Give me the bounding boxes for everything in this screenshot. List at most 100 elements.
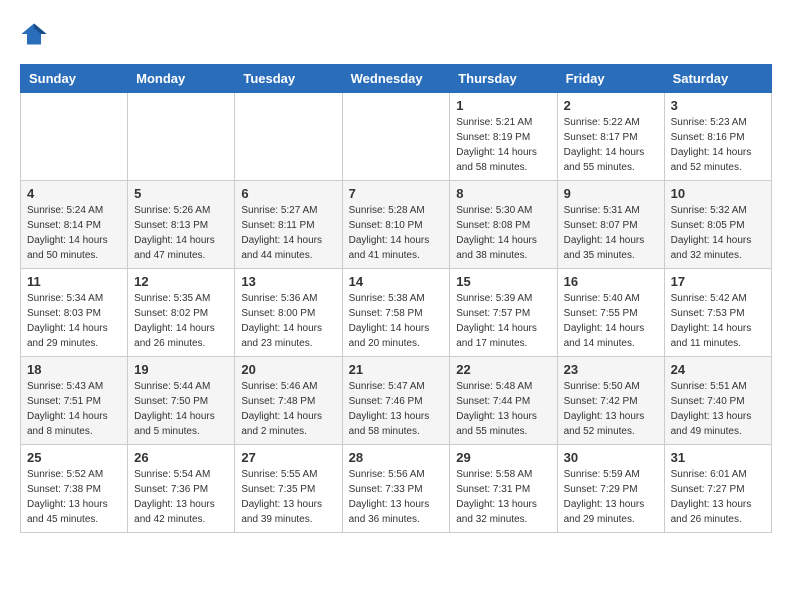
calendar-cell: 3 Sunrise: 5:23 AM Sunset: 8:16 PM Daylig… (664, 93, 771, 181)
calendar-cell: 5 Sunrise: 5:26 AM Sunset: 8:13 PM Daylig… (128, 181, 235, 269)
day-info: Sunrise: 5:23 AM Sunset: 8:16 PM Dayligh… (671, 115, 765, 175)
calendar-cell: 17 Sunrise: 5:42 AM Sunset: 7:53 PM Dayli… (664, 269, 771, 357)
calendar-cell (21, 93, 128, 181)
day-number: 23 (564, 362, 658, 377)
day-info: Sunrise: 5:43 AM Sunset: 7:51 PM Dayligh… (27, 379, 121, 439)
calendar-cell: 31 Sunrise: 6:01 AM Sunset: 7:27 PM Dayli… (664, 445, 771, 533)
day-number: 18 (27, 362, 121, 377)
day-number: 19 (134, 362, 228, 377)
day-number: 21 (349, 362, 444, 377)
calendar-cell: 15Sunrise: 5:39 AM Sunset: 7:57 PM Dayli… (450, 269, 557, 357)
day-info: Sunrise: 5:39 AM Sunset: 7:57 PM Dayligh… (456, 291, 550, 351)
calendar-cell: 24 Sunrise: 5:51 AM Sunset: 7:40 PM Dayli… (664, 357, 771, 445)
calendar-cell: 19 Sunrise: 5:44 AM Sunset: 7:50 PM Dayli… (128, 357, 235, 445)
day-number: 25 (27, 450, 121, 465)
weekday-header-friday: Friday (557, 65, 664, 93)
weekday-header-row: SundayMondayTuesdayWednesdayThursdayFrid… (21, 65, 772, 93)
day-info: Sunrise: 5:24 AM Sunset: 8:14 PM Dayligh… (27, 203, 121, 263)
calendar-cell: 16 Sunrise: 5:40 AM Sunset: 7:55 PM Dayli… (557, 269, 664, 357)
day-info: Sunrise: 5:51 AM Sunset: 7:40 PM Dayligh… (671, 379, 765, 439)
day-info: Sunrise: 5:42 AM Sunset: 7:53 PM Dayligh… (671, 291, 765, 351)
day-info: Sunrise: 5:40 AM Sunset: 7:55 PM Dayligh… (564, 291, 658, 351)
day-info: Sunrise: 5:34 AM Sunset: 8:03 PM Dayligh… (27, 291, 121, 351)
calendar-cell: 26Sunrise: 5:54 AM Sunset: 7:36 PM Dayli… (128, 445, 235, 533)
day-number: 16 (564, 274, 658, 289)
weekday-header-tuesday: Tuesday (235, 65, 342, 93)
day-number: 10 (671, 186, 765, 201)
day-number: 3 (671, 98, 765, 113)
calendar-cell: 21 Sunrise: 5:47 AM Sunset: 7:46 PM Dayli… (342, 357, 450, 445)
weekday-header-sunday: Sunday (21, 65, 128, 93)
day-info: Sunrise: 5:48 AM Sunset: 7:44 PM Dayligh… (456, 379, 550, 439)
day-number: 11 (27, 274, 121, 289)
day-info: Sunrise: 5:58 AM Sunset: 7:31 PM Dayligh… (456, 467, 550, 527)
calendar-cell: 13 Sunrise: 5:36 AM Sunset: 8:00 PM Dayli… (235, 269, 342, 357)
week-row-5: 25 Sunrise: 5:52 AM Sunset: 7:38 PM Dayli… (21, 445, 772, 533)
calendar-cell: 30 Sunrise: 5:59 AM Sunset: 7:29 PM Dayli… (557, 445, 664, 533)
day-number: 22 (456, 362, 550, 377)
day-number: 24 (671, 362, 765, 377)
day-info: Sunrise: 5:35 AM Sunset: 8:02 PM Dayligh… (134, 291, 228, 351)
day-info: Sunrise: 6:01 AM Sunset: 7:27 PM Dayligh… (671, 467, 765, 527)
week-row-4: 18 Sunrise: 5:43 AM Sunset: 7:51 PM Dayli… (21, 357, 772, 445)
calendar-table: SundayMondayTuesdayWednesdayThursdayFrid… (20, 64, 772, 533)
calendar-cell: 1 Sunrise: 5:21 AM Sunset: 8:19 PM Daylig… (450, 93, 557, 181)
day-number: 31 (671, 450, 765, 465)
calendar-cell: 4 Sunrise: 5:24 AM Sunset: 8:14 PM Daylig… (21, 181, 128, 269)
day-number: 6 (241, 186, 335, 201)
calendar-cell (235, 93, 342, 181)
day-info: Sunrise: 5:47 AM Sunset: 7:46 PM Dayligh… (349, 379, 444, 439)
logo-icon (20, 20, 48, 48)
day-number: 9 (564, 186, 658, 201)
calendar-cell: 14Sunrise: 5:38 AM Sunset: 7:58 PM Dayli… (342, 269, 450, 357)
day-info: Sunrise: 5:36 AM Sunset: 8:00 PM Dayligh… (241, 291, 335, 351)
calendar-cell: 18 Sunrise: 5:43 AM Sunset: 7:51 PM Dayli… (21, 357, 128, 445)
logo (20, 20, 52, 48)
weekday-header-monday: Monday (128, 65, 235, 93)
page-header (20, 20, 772, 48)
calendar-cell: 20Sunrise: 5:46 AM Sunset: 7:48 PM Dayli… (235, 357, 342, 445)
day-number: 1 (456, 98, 550, 113)
day-number: 2 (564, 98, 658, 113)
day-info: Sunrise: 5:46 AM Sunset: 7:48 PM Dayligh… (241, 379, 335, 439)
day-info: Sunrise: 5:59 AM Sunset: 7:29 PM Dayligh… (564, 467, 658, 527)
calendar-cell: 7Sunrise: 5:28 AM Sunset: 8:10 PM Daylig… (342, 181, 450, 269)
day-info: Sunrise: 5:21 AM Sunset: 8:19 PM Dayligh… (456, 115, 550, 175)
day-info: Sunrise: 5:55 AM Sunset: 7:35 PM Dayligh… (241, 467, 335, 527)
calendar-cell: 28 Sunrise: 5:56 AM Sunset: 7:33 PM Dayli… (342, 445, 450, 533)
day-number: 13 (241, 274, 335, 289)
day-info: Sunrise: 5:52 AM Sunset: 7:38 PM Dayligh… (27, 467, 121, 527)
calendar-cell (342, 93, 450, 181)
week-row-1: 1 Sunrise: 5:21 AM Sunset: 8:19 PM Daylig… (21, 93, 772, 181)
week-row-3: 11 Sunrise: 5:34 AM Sunset: 8:03 PM Dayli… (21, 269, 772, 357)
day-number: 17 (671, 274, 765, 289)
weekday-header-wednesday: Wednesday (342, 65, 450, 93)
calendar-cell: 9 Sunrise: 5:31 AM Sunset: 8:07 PM Daylig… (557, 181, 664, 269)
day-info: Sunrise: 5:27 AM Sunset: 8:11 PM Dayligh… (241, 203, 335, 263)
day-info: Sunrise: 5:22 AM Sunset: 8:17 PM Dayligh… (564, 115, 658, 175)
week-row-2: 4 Sunrise: 5:24 AM Sunset: 8:14 PM Daylig… (21, 181, 772, 269)
day-number: 29 (456, 450, 550, 465)
day-number: 28 (349, 450, 444, 465)
day-number: 8 (456, 186, 550, 201)
day-number: 30 (564, 450, 658, 465)
day-number: 12 (134, 274, 228, 289)
weekday-header-saturday: Saturday (664, 65, 771, 93)
day-info: Sunrise: 5:38 AM Sunset: 7:58 PM Dayligh… (349, 291, 444, 351)
calendar-cell: 8 Sunrise: 5:30 AM Sunset: 8:08 PM Daylig… (450, 181, 557, 269)
calendar-cell: 29 Sunrise: 5:58 AM Sunset: 7:31 PM Dayli… (450, 445, 557, 533)
calendar-cell (128, 93, 235, 181)
day-info: Sunrise: 5:28 AM Sunset: 8:10 PM Dayligh… (349, 203, 444, 263)
calendar-cell: 10Sunrise: 5:32 AM Sunset: 8:05 PM Dayli… (664, 181, 771, 269)
day-number: 4 (27, 186, 121, 201)
calendar-cell: 23Sunrise: 5:50 AM Sunset: 7:42 PM Dayli… (557, 357, 664, 445)
calendar-cell: 2 Sunrise: 5:22 AM Sunset: 8:17 PM Daylig… (557, 93, 664, 181)
day-info: Sunrise: 5:31 AM Sunset: 8:07 PM Dayligh… (564, 203, 658, 263)
day-info: Sunrise: 5:26 AM Sunset: 8:13 PM Dayligh… (134, 203, 228, 263)
calendar-cell: 25 Sunrise: 5:52 AM Sunset: 7:38 PM Dayli… (21, 445, 128, 533)
day-info: Sunrise: 5:56 AM Sunset: 7:33 PM Dayligh… (349, 467, 444, 527)
day-info: Sunrise: 5:44 AM Sunset: 7:50 PM Dayligh… (134, 379, 228, 439)
calendar-cell: 12 Sunrise: 5:35 AM Sunset: 8:02 PM Dayli… (128, 269, 235, 357)
day-info: Sunrise: 5:30 AM Sunset: 8:08 PM Dayligh… (456, 203, 550, 263)
day-number: 5 (134, 186, 228, 201)
